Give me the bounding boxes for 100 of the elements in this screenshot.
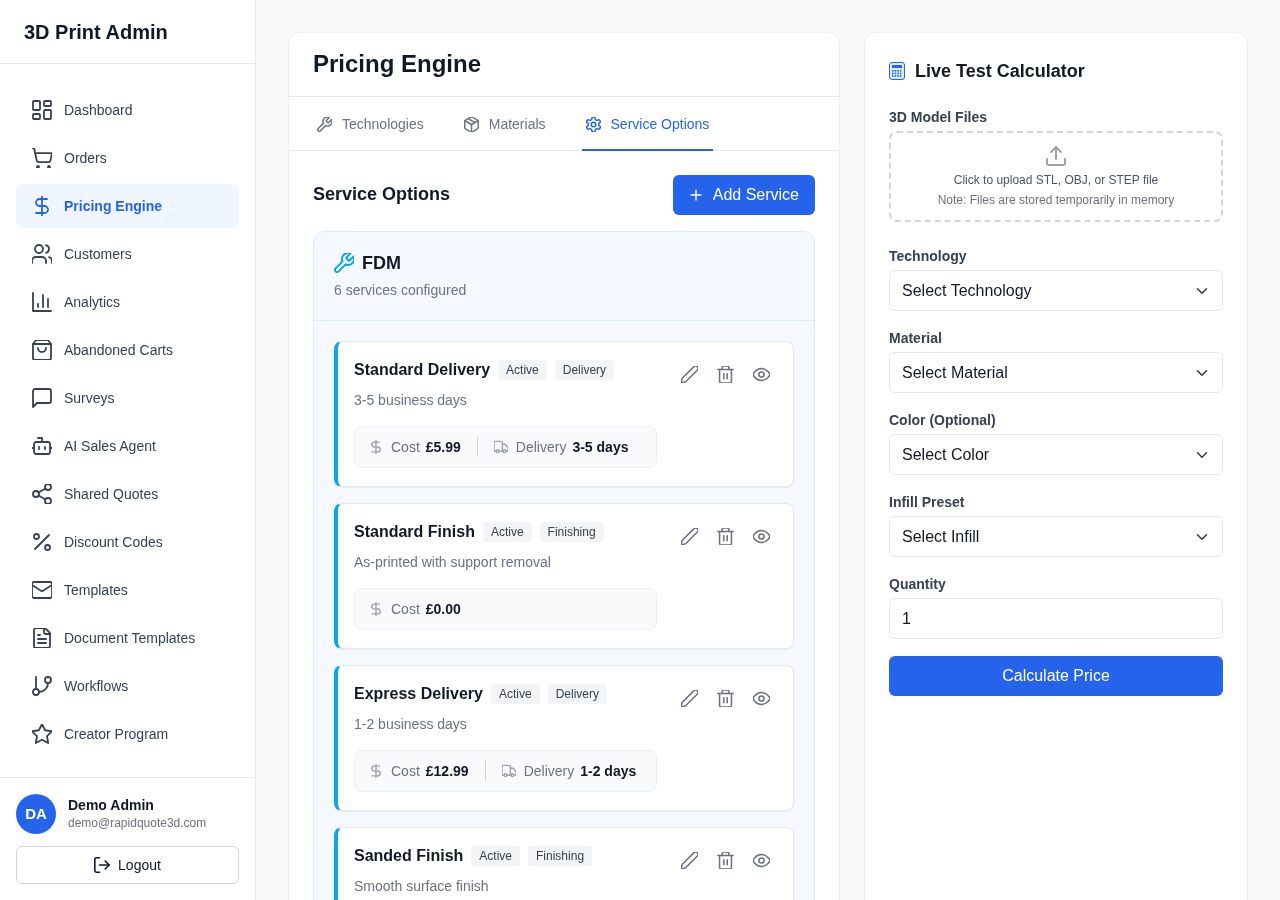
pencil-icon (680, 365, 698, 383)
tab[interactable]: Materials (459, 97, 550, 151)
group-title: FDM (362, 252, 401, 274)
sidebar-item[interactable]: Dashboard (16, 88, 239, 132)
sidebar-item[interactable]: Pricing Engine (16, 184, 239, 228)
trash-icon (716, 689, 734, 707)
service-name: Sanded Finish (354, 846, 464, 866)
tab[interactable]: Technologies (313, 97, 428, 151)
eye-icon (752, 851, 770, 869)
eye-icon (752, 365, 770, 383)
trash-icon (716, 851, 734, 869)
stat-value: £12.99 (425, 762, 469, 781)
dollar-icon (369, 602, 383, 616)
pencil-icon (680, 851, 698, 869)
sidebar-item[interactable]: Shared Quotes (16, 472, 239, 516)
robot-icon (32, 436, 52, 456)
quantity-field[interactable]: 1 (889, 598, 1223, 639)
eye-icon (752, 689, 770, 707)
stat-value: 3-5 days (572, 438, 629, 457)
stat-label: Cost (391, 600, 420, 619)
status-tag: Active (482, 522, 532, 542)
user-name: Demo Admin (68, 796, 155, 814)
truck-icon (493, 440, 508, 454)
service-name: Express Delivery (354, 684, 483, 704)
sidebar-item[interactable]: Abandoned Carts (16, 328, 239, 372)
service-description: 3-5 business days (354, 391, 468, 410)
percent-icon (32, 532, 52, 552)
sidebar-item[interactable]: Creator Program (16, 712, 239, 756)
category-tag: Delivery (547, 684, 607, 704)
stat-label: Cost (391, 438, 420, 457)
field-label: Material (889, 329, 943, 348)
sidebar-item[interactable]: Document Templates (16, 616, 239, 660)
sidebar-item[interactable]: Templates (16, 568, 239, 612)
section-title: Service Options (313, 184, 451, 206)
category-tag: Finishing (528, 846, 593, 866)
sidebar-item[interactable]: Surveys (16, 376, 239, 420)
dollar-icon (369, 440, 383, 454)
wrench-icon (334, 253, 354, 273)
field-label: Quantity (889, 575, 947, 594)
field-label: Technology (889, 247, 968, 266)
page-title: Pricing Engine (289, 33, 839, 97)
user-avatar: DA (16, 794, 56, 834)
upload-note: Note: Files are stored temporarily in memory (937, 191, 1175, 208)
pencil-icon (680, 527, 698, 545)
pencil-icon (680, 689, 698, 707)
category-tag: Finishing (539, 522, 604, 542)
calculator-icon (889, 62, 905, 80)
stat-label: Delivery (515, 438, 567, 457)
calculate-button[interactable]: Calculate Price (889, 656, 1223, 696)
sidebar-item[interactable]: Workflows (16, 664, 239, 708)
mail-icon (32, 580, 52, 600)
trash-icon (716, 527, 734, 545)
eye-icon (752, 527, 770, 545)
dropdown-select[interactable]: Select Technology (889, 270, 1223, 311)
status-tag: Active (498, 360, 547, 380)
users-icon (32, 244, 52, 264)
status-tag: Active (471, 846, 521, 866)
branch-icon (32, 676, 52, 696)
stat-value: £5.99 (425, 438, 461, 457)
box-icon (463, 116, 479, 132)
sidebar-item[interactable]: Analytics (16, 280, 239, 324)
stat-value: £0.00 (425, 600, 461, 619)
stat-label: Cost (391, 762, 420, 781)
dropdown-select[interactable]: Select Material (889, 352, 1223, 393)
dollar-icon (32, 196, 52, 216)
stat-label: Delivery (523, 762, 575, 781)
sidebar-item[interactable]: Customers (16, 232, 239, 276)
field-label: Infill Preset (889, 493, 966, 512)
dashboard-icon (32, 100, 52, 120)
service-description: Smooth surface finish (354, 877, 490, 896)
field-label: Color (Optional) (889, 411, 997, 430)
sidebar-item[interactable]: Orders (16, 136, 239, 180)
logout-icon (94, 857, 111, 873)
group-summary: 6 services configured (334, 281, 468, 300)
service-name: Standard Finish (354, 522, 475, 542)
cart-icon (32, 148, 52, 168)
document-icon (32, 628, 52, 648)
upload-icon (1046, 145, 1066, 166)
trash-icon (716, 365, 734, 383)
category-tag: Delivery (554, 360, 615, 380)
add-service-button[interactable]: Add Service (672, 175, 815, 215)
service-description: 1-2 business days (354, 715, 468, 734)
dropdown-select[interactable]: Select Infill (889, 516, 1223, 557)
dropdown-select[interactable]: Select Color (889, 434, 1223, 475)
bag-icon (32, 340, 52, 360)
logout-button[interactable]: Logout (16, 846, 239, 884)
sidebar-item[interactable]: Discount Codes (16, 520, 239, 564)
user-email: demo@rapidquote3d.com (68, 815, 207, 832)
settings-icon (585, 116, 601, 132)
sidebar-item[interactable]: AI Sales Agent (16, 424, 239, 468)
tab[interactable]: Service Options (581, 97, 714, 151)
app-brand: 3D Print Admin (0, 0, 255, 64)
calculator-title: Live Test Calculator (915, 60, 1085, 83)
bar-chart-icon (32, 292, 52, 312)
star-icon (32, 724, 52, 744)
plus-icon (688, 188, 703, 202)
share-icon (32, 484, 52, 504)
truck-icon (501, 764, 516, 778)
wrench-icon (317, 116, 332, 132)
upload-dropzone[interactable]: Click to upload STL, OBJ, or STEP file Note: Files are stored temporarily in memory (889, 131, 1223, 222)
